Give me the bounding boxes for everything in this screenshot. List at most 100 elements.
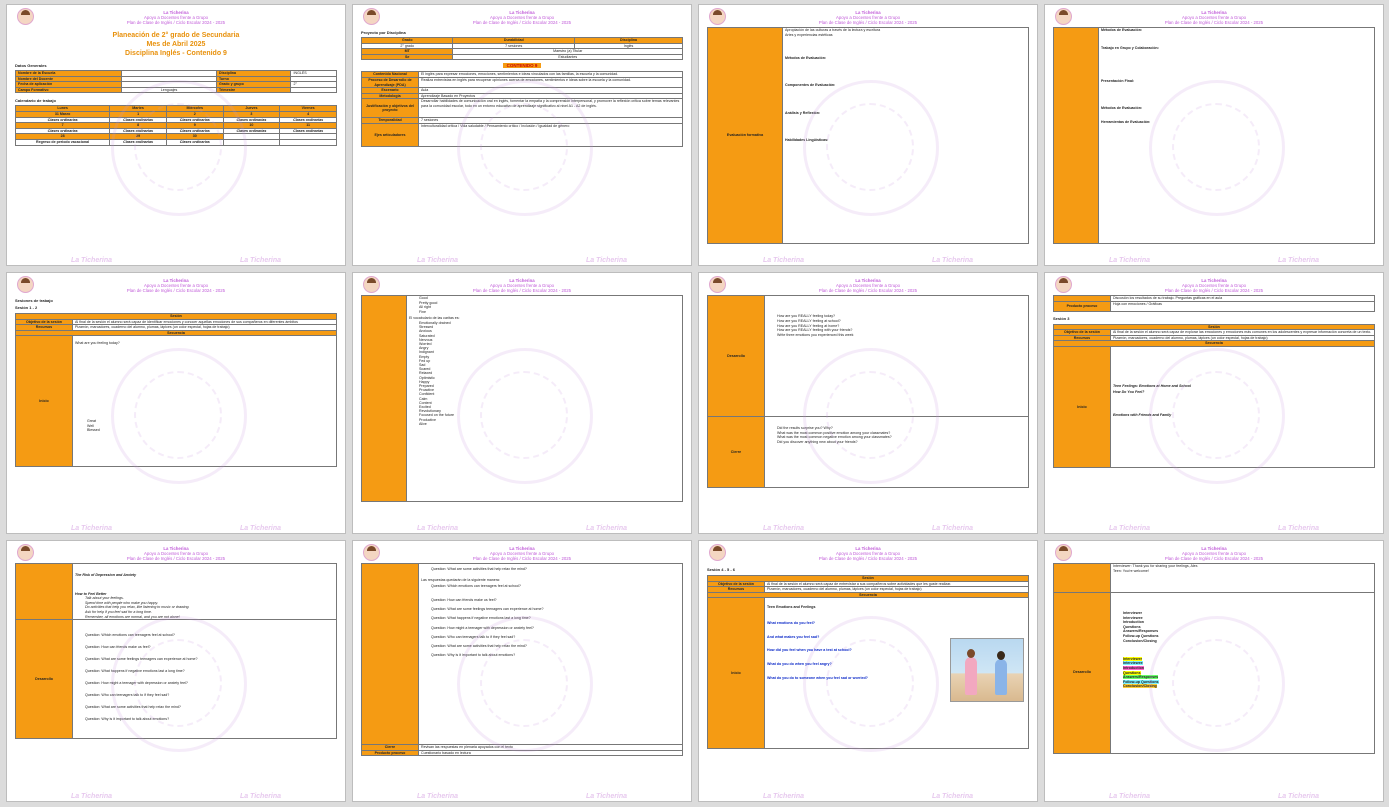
footer-brand: La Ticherina <box>70 257 113 264</box>
cell-label: Campo Formativo <box>15 86 122 94</box>
page-footer: La Ticherina La Ticherina <box>699 793 1037 800</box>
page-footer: La Ticherina La Ticherina <box>1045 525 1383 532</box>
cell-value: Hoja con emociones / Gráficas <box>1110 300 1375 312</box>
question-item: Question: What are some activities that … <box>431 567 527 571</box>
interview-part: Questions <box>1123 624 1141 629</box>
page-7[interactable]: La Ticherina Apoyo a Docentes frente a G… <box>698 272 1038 534</box>
footer-brand: La Ticherina <box>70 525 113 532</box>
page-header: La Ticherina Apoyo a Docentes frente a G… <box>1053 278 1375 293</box>
cell-value: Interviewer: Thank you for sharing your … <box>1110 563 1375 593</box>
page-12[interactable]: La Ticherina Apoyo a Docentes frente a G… <box>1044 540 1384 802</box>
header-cycle: Plan de Clase de Inglés / Ciclo Escolar … <box>126 20 226 25</box>
page-6[interactable]: La Ticherina Apoyo a Docentes frente a G… <box>352 272 692 534</box>
title-line-2: Mes de Abril 2025 <box>146 41 206 48</box>
cell-value: Estudiantes <box>452 53 683 61</box>
page-header: La Ticherina Apoyo a Docentes frente a G… <box>15 278 337 293</box>
highlighted-part: Questions <box>1123 670 1141 675</box>
content-heading: CONTENIDO 9 <box>502 63 542 69</box>
page-header: La Ticherina Apoyo a Docentes frente a G… <box>707 10 1029 25</box>
text-block <box>75 564 334 573</box>
page-header: La Ticherina Apoyo a Docentes frente a G… <box>1053 10 1375 25</box>
cell-label: Trimestre <box>215 86 292 94</box>
list-item: Fine <box>419 309 426 314</box>
highlighted-part: Introduction <box>1123 666 1144 671</box>
session-label: Sesión 1 - 2 <box>15 305 38 310</box>
footer-brand: La Ticherina <box>762 793 805 800</box>
page-4[interactable]: La Ticherina Apoyo a Docentes frente a G… <box>1044 4 1384 266</box>
document-title: Planeación de 2° grado de Secundaria Mes… <box>15 31 337 58</box>
page-footer: La Ticherina La Ticherina <box>1045 793 1383 800</box>
session-label: Sesión 3 <box>1053 315 1070 321</box>
text-block <box>785 60 1026 83</box>
footer-brand: La Ticherina <box>585 793 628 800</box>
cell-label: Proceso de Desarrollo de Aprendizaje (PD… <box>361 76 419 89</box>
cell-label: Justificación y objetivos del proyecto <box>361 98 419 119</box>
title-line-1: Planeación de 2° grado de Secundaria <box>112 32 240 39</box>
page-header: La Ticherina Apoyo a Docentes frente a G… <box>361 546 683 561</box>
watermark-seal <box>111 80 247 217</box>
header-cycle: Plan de Clase de Inglés / Ciclo Escolar … <box>472 556 572 561</box>
footer-brand: La Ticherina <box>585 257 628 264</box>
section-label: Datos Generales <box>15 63 47 68</box>
page-2[interactable]: La Ticherina Apoyo a Docentes frente a G… <box>352 4 692 266</box>
cell-value: Teen Emotions and Feelings What emotions… <box>764 597 1029 750</box>
header-cycle: Plan de Clase de Inglés / Ciclo Escolar … <box>472 288 572 293</box>
page-footer: La Ticherina La Ticherina <box>7 257 345 264</box>
cell-label: Desarrollo <box>707 295 765 417</box>
section-label: Proyecto por Disciplina <box>361 30 406 35</box>
page-header: La Ticherina Apoyo a Docentes frente a G… <box>707 546 1029 561</box>
page-9[interactable]: La Ticherina Apoyo a Docentes frente a G… <box>6 540 346 802</box>
page-footer: La Ticherina La Ticherina <box>7 525 345 532</box>
watermark-seal <box>111 616 247 753</box>
watermark-seal <box>457 80 593 217</box>
header-cycle: Plan de Clase de Inglés / Ciclo Escolar … <box>472 20 572 25</box>
footer-brand: La Ticherina <box>239 525 282 532</box>
page-footer: La Ticherina La Ticherina <box>353 793 691 800</box>
text-block <box>1101 51 1372 79</box>
interview-part: Follow-up Questions <box>1123 633 1159 638</box>
cell-value: Al final de la sesión el alumno será cap… <box>72 318 337 326</box>
footer-brand: La Ticherina <box>1108 793 1151 800</box>
cell-label: Se <box>360 53 454 61</box>
cell-value: The Risk of Depression and Anxiety How t… <box>72 562 337 621</box>
answers-intro: Las respuestas quedarán de la siguiente … <box>421 577 500 582</box>
footer-brand: La Ticherina <box>70 793 113 800</box>
illustration-image <box>950 638 1024 703</box>
footer-brand: La Ticherina <box>762 525 805 532</box>
page-footer: La Ticherina La Ticherina <box>699 525 1037 532</box>
footer-brand: La Ticherina <box>416 525 459 532</box>
page-11[interactable]: La Ticherina Apoyo a Docentes frente a G… <box>698 540 1038 802</box>
watermark-seal <box>1149 616 1285 753</box>
page-8[interactable]: La Ticherina Apoyo a Docentes frente a G… <box>1044 272 1384 534</box>
footer-brand: La Ticherina <box>416 257 459 264</box>
watermark-seal <box>111 348 247 485</box>
header-cycle: Plan de Clase de Inglés / Ciclo Escolar … <box>818 20 918 25</box>
page-3[interactable]: La Ticherina Apoyo a Docentes frente a G… <box>698 4 1038 266</box>
text-block <box>785 37 1026 55</box>
title-line-3: Disciplina Inglés - Contenido 9 <box>125 50 227 57</box>
cell-label: Inicio <box>1053 345 1111 468</box>
page-10[interactable]: La Ticherina Apoyo a Docentes frente a G… <box>352 540 692 802</box>
list-item: Remember, all emotions are normal, and y… <box>85 614 180 619</box>
document-pages-grid: La Ticherina Apoyo a Docentes frente a G… <box>6 4 1385 804</box>
page-footer: La Ticherina La Ticherina <box>699 257 1037 264</box>
page-header: La Ticherina Apoyo a Docentes frente a G… <box>707 278 1029 293</box>
page-1[interactable]: La Ticherina Apoyo a Docentes frente a G… <box>6 4 346 266</box>
interview-part: Conclusion/Closing <box>1123 638 1157 643</box>
page-footer: La Ticherina La Ticherina <box>7 793 345 800</box>
cell-label: Inicio <box>15 335 73 468</box>
footer-brand: La Ticherina <box>762 257 805 264</box>
footer-brand: La Ticherina <box>931 793 974 800</box>
highlighted-part: Interviewer <box>1123 656 1142 661</box>
interview-part: Interviewer <box>1123 610 1142 615</box>
page-header: La Ticherina Apoyo a Docentes frente a G… <box>15 10 337 25</box>
page-5[interactable]: La Ticherina Apoyo a Docentes frente a G… <box>6 272 346 534</box>
project-table: Grado Durabilidad Disciplina 2° grado 7 ses… <box>360 37 683 61</box>
footer-brand: La Ticherina <box>1277 257 1320 264</box>
page-header: La Ticherina Apoyo a Docentes frente a G… <box>1053 546 1375 561</box>
header-cycle: Plan de Clase de Inglés / Ciclo Escolar … <box>1164 288 1264 293</box>
header-cycle: Plan de Clase de Inglés / Ciclo Escolar … <box>818 556 918 561</box>
session-label: Sesión 4 - 5 - 6 <box>707 567 736 572</box>
page-header: La Ticherina Apoyo a Docentes frente a G… <box>361 10 683 25</box>
header-cycle: Plan de Clase de Inglés / Ciclo Escolar … <box>1164 20 1264 25</box>
